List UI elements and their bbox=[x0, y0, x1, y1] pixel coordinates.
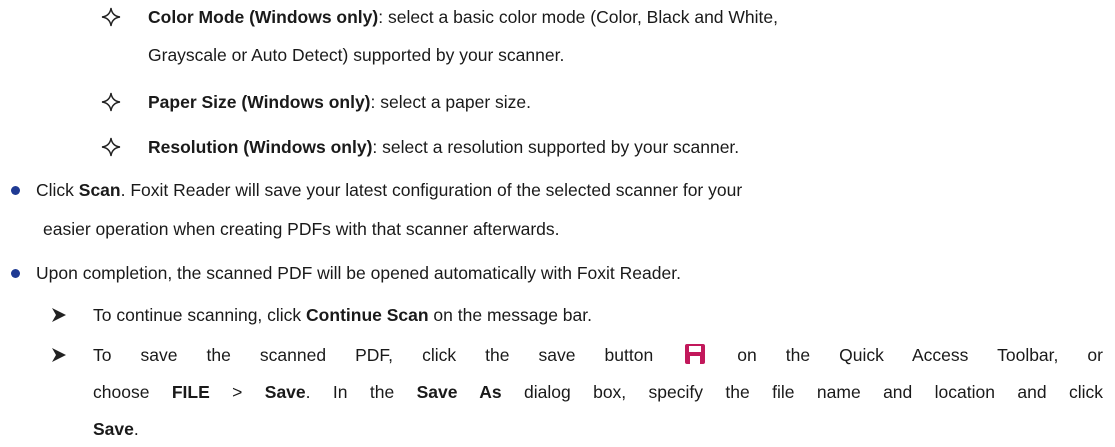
color-mode-term: Color Mode (Windows only) bbox=[148, 7, 379, 27]
completion-line: Upon completion, the scanned PDF will be… bbox=[36, 262, 681, 284]
completion-text: Upon completion, the scanned PDF will be… bbox=[36, 263, 681, 283]
click-scan-line-2: easier operation when creating PDFs with… bbox=[43, 218, 560, 240]
color-mode-text: : select a basic color mode (Color, Blac… bbox=[378, 7, 778, 27]
arrow-bullet-icon bbox=[52, 308, 66, 322]
save-pdf-line-2: choose FILE > Save. In the Save As dialo… bbox=[93, 381, 1103, 403]
save-pdf-prefix: To save the scanned PDF, click the save … bbox=[93, 345, 654, 365]
scan-term: Scan bbox=[78, 180, 121, 200]
click-scan-line-1: Click Scan. Foxit Reader will save your … bbox=[36, 179, 742, 201]
save-pdf-line2-text-4: dialog box, specify the file name and lo… bbox=[501, 382, 1103, 402]
resolution-text: : select a resolution supported by your … bbox=[372, 137, 740, 157]
continue-scan-prefix: To continue scanning, click bbox=[93, 305, 307, 325]
bullet-icon bbox=[11, 269, 20, 278]
save-pdf-suffix: on the Quick Access Toolbar, or bbox=[737, 345, 1103, 365]
paper-size-text: : select a paper size. bbox=[370, 92, 532, 112]
save-icon bbox=[685, 344, 706, 364]
diamond-bullet-icon bbox=[101, 92, 121, 112]
continue-scan-line: To continue scanning, click Continue Sca… bbox=[93, 304, 592, 326]
save-term: Save bbox=[93, 419, 134, 439]
save-as-term: Save As bbox=[416, 382, 502, 402]
save-pdf-line-1: To save the scanned PDF, click the save … bbox=[93, 344, 1103, 366]
paper-size-term: Paper Size (Windows only) bbox=[148, 92, 371, 112]
save-pdf-line2-text-2: > bbox=[209, 382, 265, 402]
continue-scan-suffix: on the message bar. bbox=[428, 305, 593, 325]
save-pdf-line2-text-3: . In the bbox=[305, 382, 417, 402]
resolution-line: Resolution (Windows only): select a reso… bbox=[148, 136, 739, 158]
save-pdf-line3-suffix: . bbox=[133, 419, 139, 439]
diamond-bullet-icon bbox=[101, 7, 121, 27]
click-scan-text: . Foxit Reader will save your latest con… bbox=[120, 180, 743, 200]
diamond-bullet-icon bbox=[101, 137, 121, 157]
file-menu-term: FILE bbox=[171, 382, 210, 402]
save-menu-term: Save bbox=[264, 382, 306, 402]
click-scan-text-continued: easier operation when creating PDFs with… bbox=[43, 219, 560, 239]
color-mode-line-2: Grayscale or Auto Detect) supported by y… bbox=[148, 44, 564, 66]
color-mode-line-1: Color Mode (Windows only): select a basi… bbox=[148, 6, 778, 28]
continue-scan-term: Continue Scan bbox=[306, 305, 429, 325]
click-scan-prefix: Click bbox=[36, 180, 79, 200]
save-pdf-line-3: Save. bbox=[93, 418, 139, 440]
bullet-icon bbox=[11, 186, 20, 195]
save-pdf-line2-text-1: choose bbox=[93, 382, 172, 402]
arrow-bullet-icon bbox=[52, 348, 66, 362]
paper-size-line: Paper Size (Windows only): select a pape… bbox=[148, 91, 531, 113]
resolution-term: Resolution (Windows only) bbox=[148, 137, 373, 157]
color-mode-text-continued: Grayscale or Auto Detect) supported by y… bbox=[148, 45, 565, 65]
